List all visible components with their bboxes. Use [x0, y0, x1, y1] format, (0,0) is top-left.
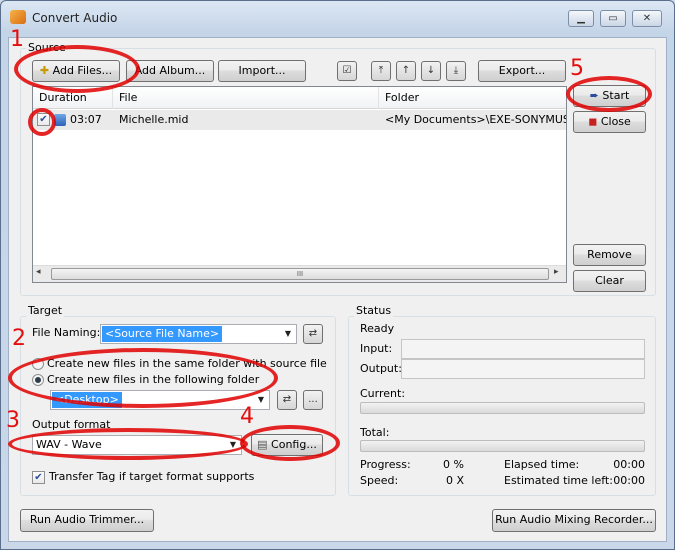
highlight-start	[566, 76, 652, 112]
export-button[interactable]: Export...	[478, 60, 566, 82]
horizontal-scrollbar[interactable]: ◂ III ▸	[33, 265, 566, 282]
move-down-icon[interactable]: ↓	[421, 61, 441, 81]
remove-button[interactable]: Remove	[573, 244, 646, 266]
table-row[interactable]: ✔ 03:07 Michelle.mid <My Documents>\EXE-…	[33, 110, 566, 130]
row-folder: <My Documents>\EXE-SONYMUS	[385, 113, 566, 126]
minimize-button[interactable]: ▁	[568, 10, 594, 27]
file-list-header: Duration File Folder	[33, 87, 566, 109]
progress-label: Progress:	[360, 458, 411, 471]
elapsed-label: Elapsed time:	[504, 458, 580, 471]
column-folder[interactable]: Folder	[379, 87, 566, 109]
scroll-thumb[interactable]: III	[51, 268, 549, 280]
input-field	[401, 339, 645, 359]
input-label: Input:	[360, 342, 393, 355]
highlight-add-files	[14, 45, 140, 93]
scroll-right-icon[interactable]: ▸	[554, 267, 559, 277]
annotation-5: 5	[570, 56, 584, 81]
title-bar: Convert Audio ▁ ▭ ✕	[0, 0, 675, 36]
file-naming-select[interactable]: <Source File Name> ▼	[100, 324, 297, 344]
check-list-icon[interactable]: ☑	[337, 61, 357, 81]
file-naming-label: File Naming:	[32, 326, 101, 339]
transfer-tag-checkbox[interactable]: ✔	[32, 471, 45, 484]
target-legend: Target	[26, 304, 65, 317]
chevron-down-icon: ▼	[284, 329, 292, 338]
highlight-target-folder	[8, 348, 278, 408]
scroll-left-icon[interactable]: ◂	[36, 267, 41, 277]
annotation-4: 4	[240, 404, 254, 429]
highlight-checkbox	[28, 108, 56, 136]
file-list[interactable]: Duration File Folder ✔ 03:07 Michelle.mi…	[32, 86, 567, 283]
speed-label: Speed:	[360, 474, 399, 487]
remaining-value: 00:00	[613, 474, 645, 487]
speed-value: 0 X	[445, 474, 464, 487]
current-label: Current:	[360, 387, 406, 400]
annotation-3: 3	[6, 408, 20, 433]
status-state: Ready	[360, 322, 395, 335]
progress-value: 0 %	[443, 458, 464, 471]
run-audio-mixing-recorder-button[interactable]: Run Audio Mixing Recorder...	[492, 509, 656, 532]
highlight-config	[240, 425, 340, 461]
transfer-tag-label: Transfer Tag if target format supports	[49, 470, 255, 483]
row-duration: 03:07	[70, 113, 102, 126]
current-progress-bar	[360, 402, 645, 414]
column-file[interactable]: File	[113, 87, 379, 109]
file-naming-value: <Source File Name>	[102, 326, 223, 342]
remaining-label: Estimated time left:	[504, 474, 613, 487]
app-icon	[10, 10, 26, 24]
move-up-icon[interactable]: ↑	[396, 61, 416, 81]
folder-options-icon[interactable]: ⇄	[277, 390, 297, 410]
elapsed-value: 00:00	[613, 458, 645, 471]
total-label: Total:	[360, 426, 390, 439]
maximize-button[interactable]: ▭	[600, 10, 626, 27]
close-window-button[interactable]: ✕	[632, 10, 662, 27]
browse-folder-button[interactable]: ...	[303, 390, 323, 410]
status-legend: Status	[354, 304, 394, 317]
move-top-icon[interactable]: ⤒	[371, 61, 391, 81]
output-field	[401, 359, 645, 379]
move-bottom-icon[interactable]: ⤓	[446, 61, 466, 81]
annotation-2: 2	[12, 326, 26, 351]
clear-button[interactable]: Clear	[573, 270, 646, 292]
file-naming-options-icon[interactable]: ⇄	[303, 324, 323, 344]
output-label: Output:	[360, 362, 402, 375]
import-button[interactable]: Import...	[218, 60, 306, 82]
row-file: Michelle.mid	[119, 113, 189, 126]
close-icon: ◼	[588, 115, 598, 128]
total-progress-bar	[360, 440, 645, 452]
highlight-output-format	[8, 428, 248, 460]
window-title: Convert Audio	[32, 11, 118, 25]
annotation-1: 1	[10, 27, 24, 52]
run-audio-trimmer-button[interactable]: Run Audio Trimmer...	[20, 509, 154, 532]
close-button[interactable]: ◼ Close	[573, 111, 646, 133]
